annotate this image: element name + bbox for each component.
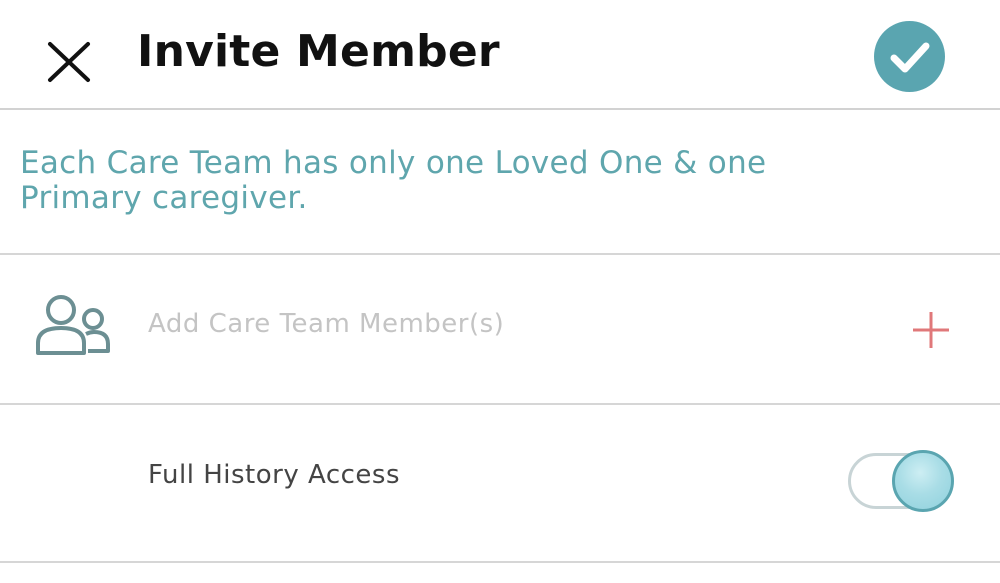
header-bar: Invite Member: [0, 0, 1000, 110]
full-history-access-toggle[interactable]: [848, 450, 956, 512]
info-section: Each Care Team has only one Loved One & …: [0, 110, 1000, 255]
toggle-knob[interactable]: [892, 450, 954, 512]
confirm-button[interactable]: [874, 21, 945, 92]
add-member-row[interactable]: Add Care Team Member(s): [0, 255, 1000, 405]
page-title: Invite Member: [137, 26, 500, 77]
people-icon: [36, 295, 110, 355]
add-member-button[interactable]: [910, 309, 952, 351]
plus-icon: [913, 312, 949, 348]
add-member-placeholder[interactable]: Add Care Team Member(s): [148, 309, 504, 339]
checkmark-icon: [890, 42, 930, 73]
close-icon: [48, 42, 90, 82]
full-history-access-row: Full History Access: [0, 405, 1000, 563]
close-button[interactable]: [40, 34, 98, 92]
care-team-info-text: Each Care Team has only one Loved One & …: [20, 145, 767, 216]
full-history-access-label: Full History Access: [148, 460, 400, 490]
